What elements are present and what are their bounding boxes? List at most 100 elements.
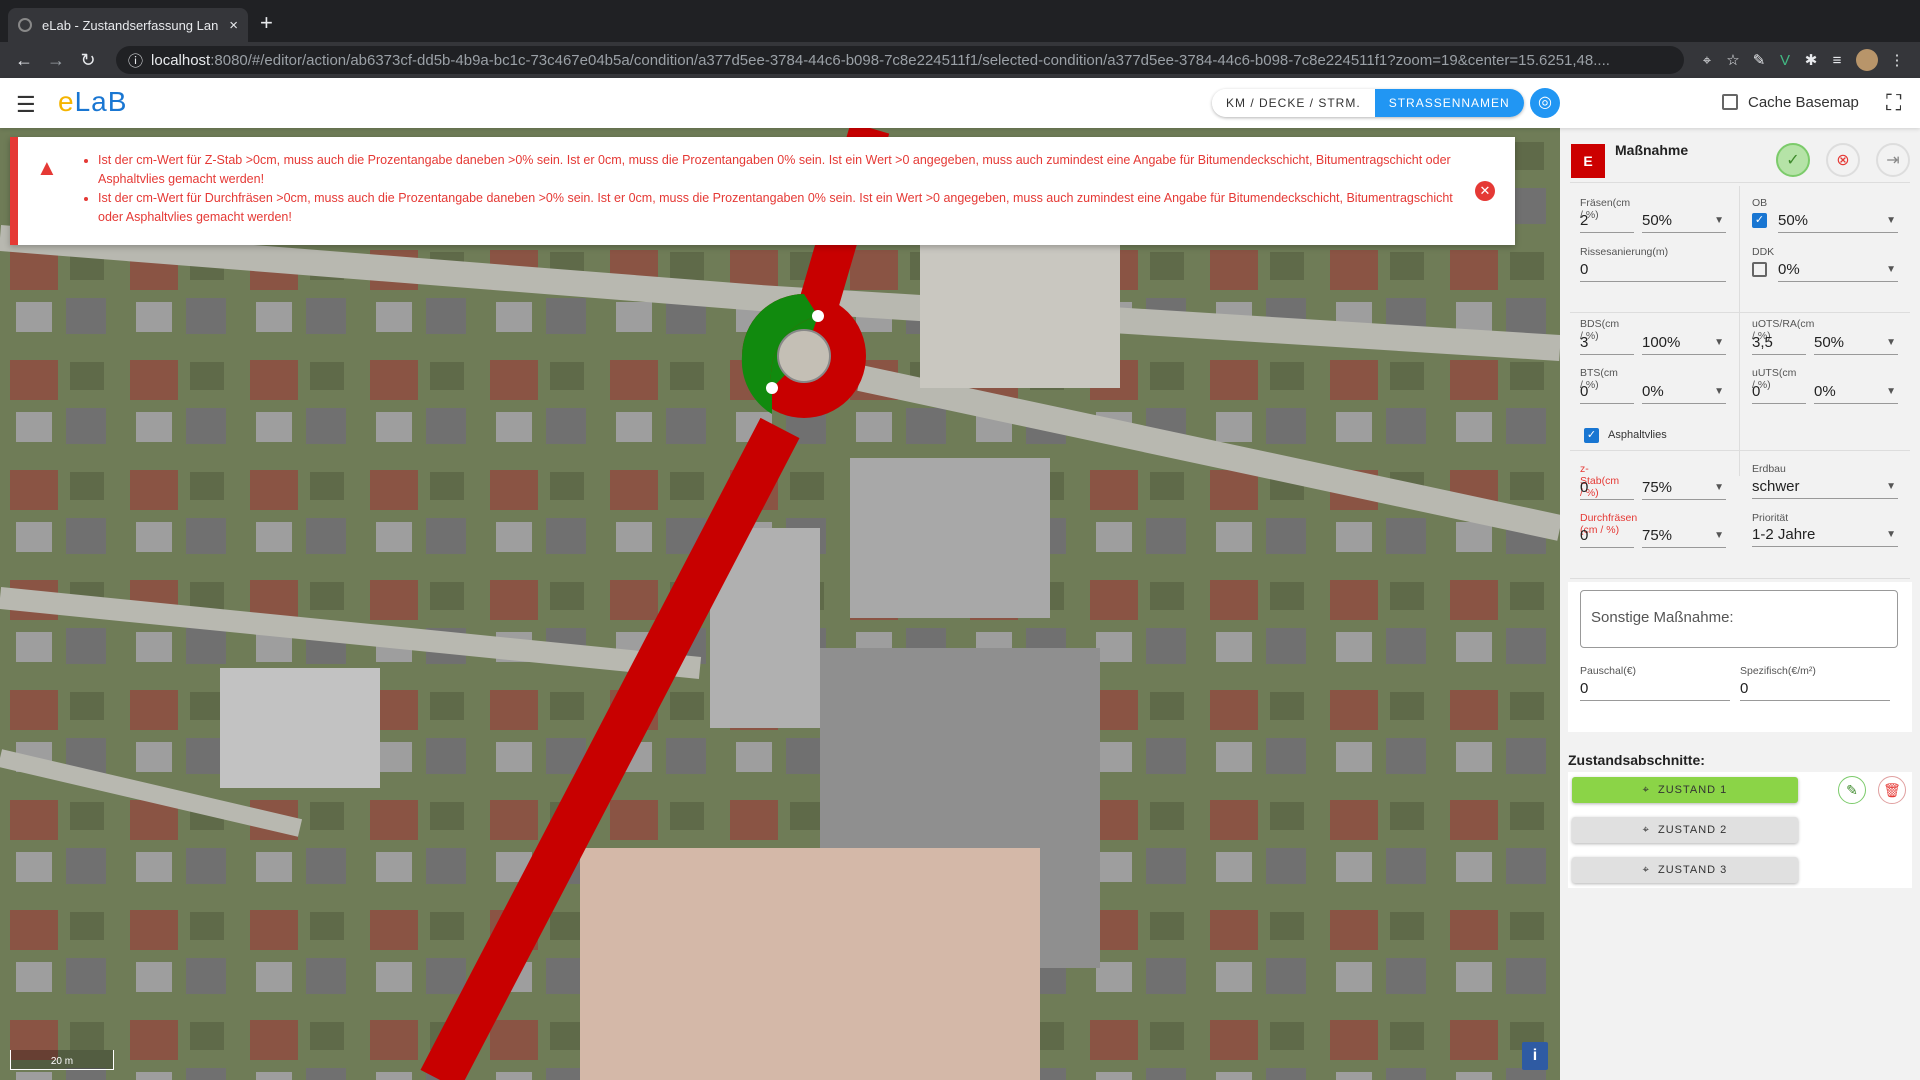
crosshair-icon: ⌖ [1642,864,1650,876]
spezifisch-input[interactable]: 0 [1740,679,1890,701]
toggle-km-decke[interactable]: KM / DECKE / STRM. [1212,89,1375,117]
erdbau-select[interactable]: schwer ▼ [1752,477,1898,499]
map-label-toggle: KM / DECKE / STRM. STRASSENNAMEN [1212,89,1524,117]
edit-pencil-icon[interactable]: ✎ [1838,776,1866,804]
durchfraesen-pct-select[interactable]: 75% ▼ [1642,526,1726,548]
prioritaet-label: Priorität [1752,512,1789,524]
tab-title: eLab - Zustandserfassung Lan [42,17,219,33]
alert-messages: Ist der cm-Wert für Z-Stab >0cm, muss au… [98,151,1455,227]
forward-icon[interactable]: → [42,50,70,71]
bts-pct-select[interactable]: 0% ▼ [1642,382,1726,404]
cancel-x-icon[interactable]: ⊗ [1826,143,1860,177]
chevron-down-icon: ▼ [1886,481,1896,492]
cache-basemap-label: Cache Basemap [1748,94,1859,111]
chevron-down-icon: ▼ [1886,529,1896,540]
zustand-2-button[interactable]: ⌖ ZUSTAND 2 [1572,817,1798,843]
map-scale-bar: 20 m [10,1050,114,1070]
measure-type-badge: E [1571,144,1605,178]
spezifisch-label: Spezifisch(€/m²) [1740,665,1816,677]
vue-extension-icon[interactable]: V [1772,52,1798,69]
info-icon: ⓘ [128,52,144,70]
risse-label: Rissesanierung(m) [1580,246,1669,258]
fullscreen-icon[interactable]: ⛶ [1886,90,1901,116]
url-host: localhost [151,51,211,69]
reload-icon[interactable]: ↻ [74,50,102,71]
crosshair-icon: ⌖ [1642,824,1650,836]
url-path: :8080/#/editor/action/ab6373cf-dd5b-4b9a… [210,51,1610,69]
warning-icon: ▲ [36,155,58,180]
tab-close-icon[interactable]: × [229,17,238,34]
chevron-down-icon: ▼ [1714,337,1724,348]
ob-checkbox[interactable]: ✓ [1752,213,1767,228]
risse-input[interactable]: 0 [1580,260,1726,282]
delete-trash-icon[interactable]: 🗑 [1878,776,1906,804]
ddk-label: DDK [1752,246,1775,258]
chevron-down-icon: ▼ [1714,482,1724,493]
alert-close-icon[interactable]: ✕ [1475,181,1495,201]
ddk-checkbox[interactable] [1752,262,1767,277]
chevron-down-icon: ▼ [1886,386,1896,397]
uuts-pct-select[interactable]: 0% ▼ [1814,382,1898,404]
pauschal-label: Pauschal(€) [1580,665,1637,677]
chevron-down-icon: ▼ [1714,215,1724,226]
map-info-button[interactable]: i [1522,1042,1548,1070]
uots-cm-input[interactable]: 3,5 [1752,333,1806,355]
chrome-menu-icon[interactable]: ⋮ [1884,51,1910,69]
location-icon[interactable]: ⌖ [1694,52,1720,69]
asphaltvlies-label: Asphaltvlies [1608,429,1667,441]
zustand-3-button[interactable]: ⌖ ZUSTAND 3 [1572,857,1798,883]
browser-tab[interactable]: eLab - Zustandserfassung Lan × [8,8,248,42]
uuts-cm-input[interactable]: 0 [1752,382,1806,404]
ddk-pct-select[interactable]: 0% ▼ [1778,260,1898,282]
elab-logo: eLaB [58,86,128,117]
browser-tab-strip: eLab - Zustandserfassung Lan × + [0,0,1920,42]
bds-pct-select[interactable]: 100% ▼ [1642,333,1726,355]
chevron-down-icon: ▼ [1886,337,1896,348]
zustand-1-button[interactable]: ⌖ ZUSTAND 1 [1572,777,1798,803]
measure-title: Maßnahme [1615,142,1689,158]
sonstige-massnahme-input[interactable]: Sonstige Maßnahme: [1580,590,1898,648]
fraesen-pct-select[interactable]: 50% ▼ [1642,211,1726,233]
map-layer[interactable] [0,128,1560,1080]
erdbau-label: Erdbau [1752,463,1786,475]
alert-message-durchfraesen: Ist der cm-Wert für Durchfräsen >0cm, mu… [98,189,1455,227]
bds-cm-input[interactable]: 3 [1580,333,1634,355]
hamburger-menu-icon[interactable]: ☰ [16,92,36,118]
my-location-button[interactable]: ◎ [1530,88,1560,118]
new-tab-button[interactable]: + [260,10,273,36]
bts-cm-input[interactable]: 0 [1580,382,1634,404]
zstab-pct-select[interactable]: 75% ▼ [1642,478,1726,500]
pen-extension-icon[interactable]: ✎ [1746,51,1772,69]
alert-message-zstab: Ist der cm-Wert für Z-Stab >0cm, muss au… [98,151,1455,189]
durchfraesen-cm-input[interactable]: 0 [1580,526,1634,548]
ob-label: OB [1752,197,1768,209]
asphaltvlies-checkbox[interactable]: ✓ [1584,428,1599,443]
chevron-down-icon: ▼ [1714,530,1724,541]
chevron-down-icon: ▼ [1886,215,1896,226]
browser-toolbar: ← → ↻ ⓘ localhost:8080/#/editor/action/a… [0,42,1920,78]
confirm-check-icon[interactable]: ✓ [1776,143,1810,177]
profile-avatar[interactable] [1856,49,1878,71]
favicon-icon [18,18,32,32]
ob-pct-select[interactable]: 50% ▼ [1778,211,1898,233]
prioritaet-select[interactable]: 1-2 Jahre ▼ [1752,525,1898,547]
validation-alert: ▲ Ist der cm-Wert für Z-Stab >0cm, muss … [10,137,1515,245]
chevron-down-icon: ▼ [1886,264,1896,275]
chevron-down-icon: ▼ [1714,386,1724,397]
extensions-puzzle-icon[interactable]: ✱ [1798,51,1824,69]
app-header: ☰ eLaB KM / DECKE / STRM. STRASSENNAMEN … [0,78,1920,128]
fraesen-cm-input[interactable]: 2 [1580,211,1634,233]
map-canvas[interactable] [0,128,1560,1080]
toggle-strassennamen[interactable]: STRASSENNAMEN [1374,89,1524,117]
bookmark-star-icon[interactable]: ☆ [1720,51,1746,69]
back-icon[interactable]: ← [10,50,38,71]
address-bar[interactable]: ⓘ localhost:8080/#/editor/action/ab6373c… [116,46,1684,74]
cache-basemap-checkbox[interactable] [1722,94,1738,110]
pauschal-input[interactable]: 0 [1580,679,1730,701]
exit-icon[interactable]: ⇥ [1876,143,1910,177]
media-queue-icon[interactable]: ≡ [1824,52,1850,69]
zstab-cm-input[interactable]: 0 [1580,478,1634,500]
crosshair-icon: ⌖ [1642,784,1650,796]
zustand-header: Zustandsabschnitte: [1568,752,1705,768]
uots-pct-select[interactable]: 50% ▼ [1814,333,1898,355]
